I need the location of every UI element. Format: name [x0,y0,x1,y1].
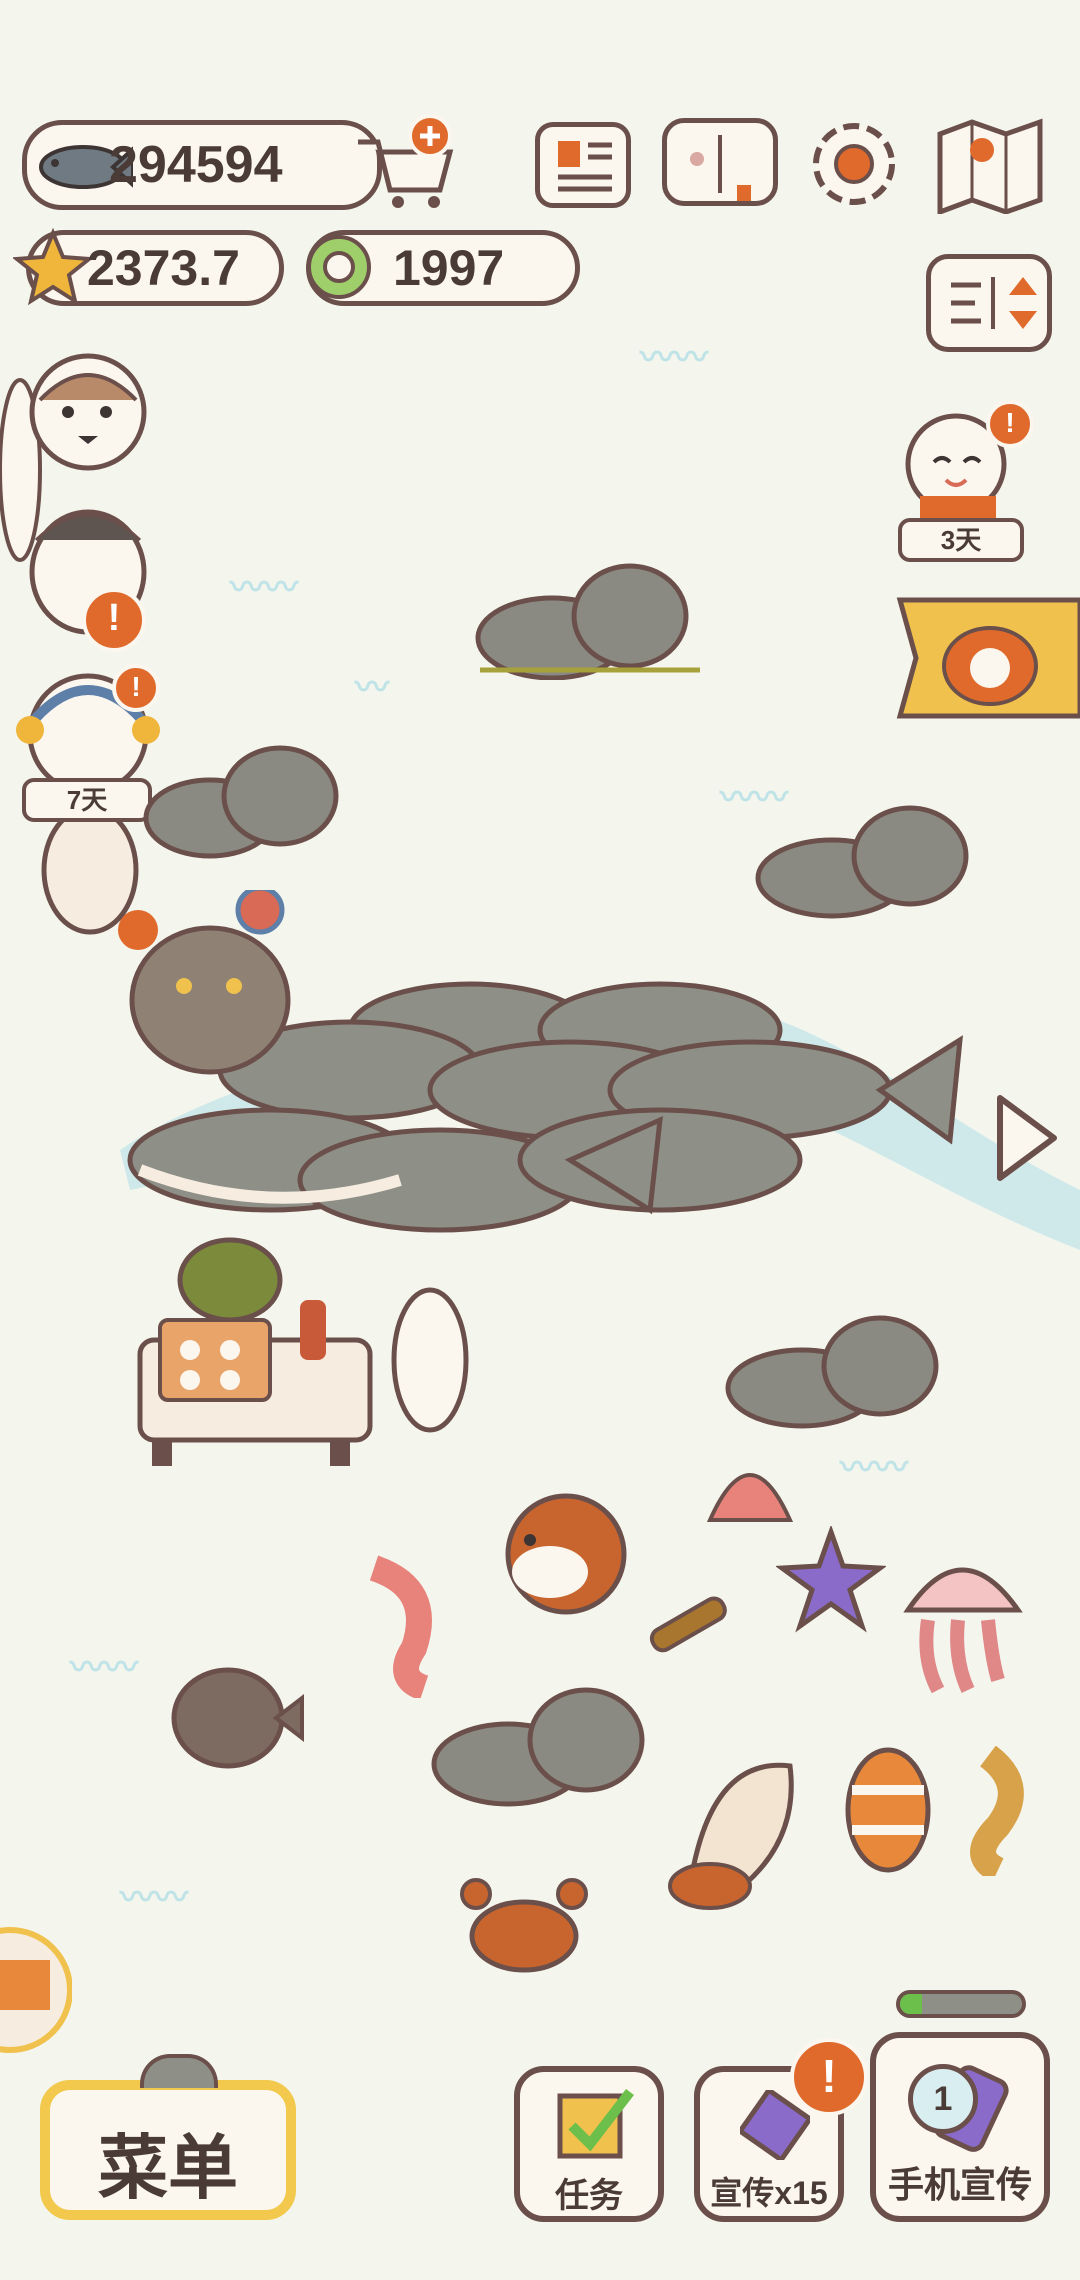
alert-badge: ! [986,400,1034,448]
promote-progress-bar [896,1990,1026,2018]
jellyfish [903,1567,1023,1694]
book-icon [690,135,751,203]
water-wave: 〰〰 [840,1449,908,1487]
red-crab [460,1878,588,1973]
star-currency-bar: 2373.7 [13,227,284,306]
map-icon [937,118,1043,216]
mossy-rock [755,805,969,919]
mossy-rock [475,563,700,680]
water-wave: 〰〰 [70,1649,138,1687]
lucky-bag-banner[interactable] [890,596,1080,720]
event-days-remaining: 3天 [898,518,1024,562]
water-wave: 〰 [355,669,389,707]
promote-label: 宣传x15 [710,2175,828,2211]
event-days-remaining: 7天 [22,778,152,822]
task-check-icon [557,2088,634,2159]
manul-cat-character [118,890,291,1075]
fish-currency-bar: 294594 [22,120,382,210]
shrimp-skewer [369,1555,432,1698]
sort-icon [951,277,1037,329]
alert-badge: ! [82,588,146,652]
phone-promote-button[interactable]: 1 手机宣传 [870,2032,1050,2222]
promote-progress-fill [900,1994,922,2014]
star-icon [13,227,93,306]
next-area-arrow[interactable] [990,1090,1062,1186]
food-stall [137,1237,469,1466]
right-limited-event[interactable]: ! 3天 [894,400,1034,562]
purple-starfish [776,1526,886,1633]
lucky-bag-icon [896,597,1080,719]
cart-plus-icon [358,114,454,208]
menu-handle [140,2054,218,2088]
arrow-right-icon [997,1095,1057,1181]
news-icon [558,141,612,192]
ring-currency-bar: 1997 [306,230,580,306]
star-amount: 2373.7 [87,240,240,296]
water-wave: 〰〰 [230,569,298,607]
cat-book-button[interactable] [662,118,778,206]
ring-icon [307,235,371,299]
fish-amount: 294594 [109,136,283,194]
mossy-rock [143,745,339,859]
tasks-label: 任务 [555,2177,623,2215]
alert-badge: ! [112,664,160,712]
water-wave: 〰〰 [640,339,708,377]
flatfish [171,1667,304,1769]
visitor-character[interactable] [0,1920,72,2060]
tasks-button[interactable]: 任务 [514,2066,664,2222]
mossy-rock [725,1315,939,1429]
menu-button[interactable]: 菜单 [40,2054,296,2220]
water-wave: 〰〰 [120,1879,188,1917]
sort-button[interactable] [926,254,1052,352]
promote-button[interactable]: 宣传x15 ! [694,2038,868,2222]
alert-badge: ! [790,2038,868,2116]
pufferfish [505,1493,627,1615]
left-cat-event[interactable]: ! [0,340,150,652]
ring-amount: 1997 [393,240,505,296]
settings-button[interactable] [806,116,902,212]
pink-shell [706,1473,794,1522]
news-button[interactable] [535,122,631,208]
driftwood [649,1596,727,1653]
map-button[interactable] [934,114,1046,216]
hermit-crab [668,1762,794,1910]
phone-promote-count: 1 [908,2064,978,2134]
phone-promote-label: 手机宣传 [887,2164,1032,2205]
seahorse [970,1746,1024,1876]
mossy-rock [431,1687,645,1807]
clownfish [845,1747,931,1873]
menu-label: 菜单 [98,2129,238,2207]
settings-icon [813,123,895,205]
shop-cart-button[interactable] [350,112,460,212]
